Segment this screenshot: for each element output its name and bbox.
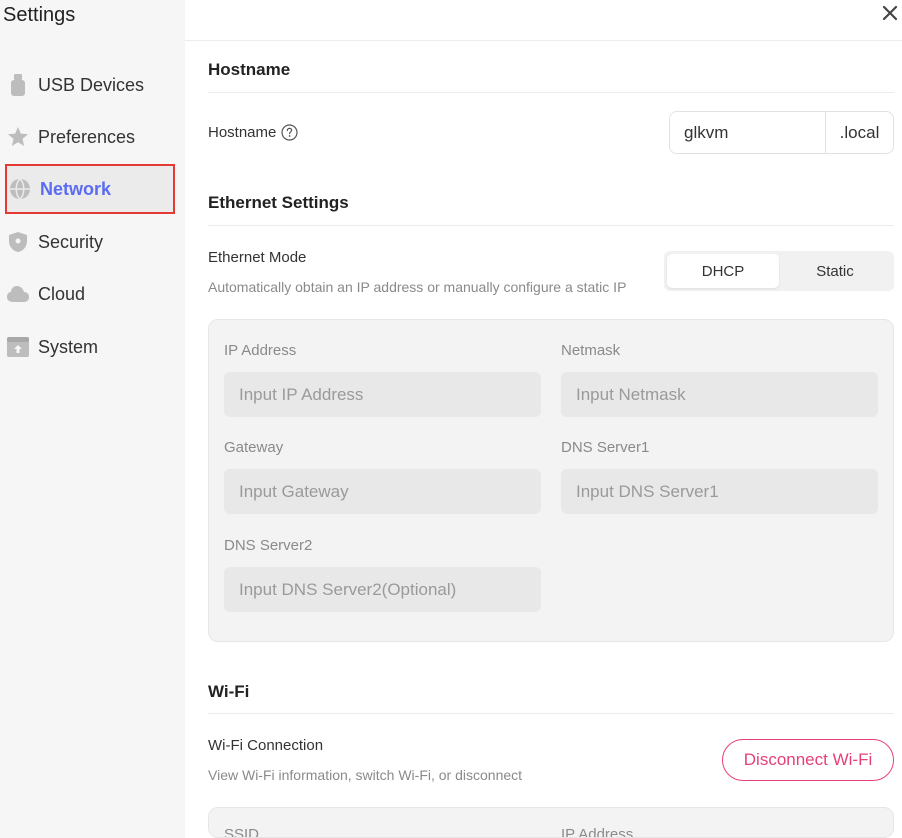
wifi-connection-description: View Wi-Fi information, switch Wi-Fi, or… bbox=[208, 767, 523, 783]
ethernet-mode-description: Automatically obtain an IP address or ma… bbox=[208, 279, 627, 295]
sidebar-item-usb-devices[interactable]: USB Devices bbox=[5, 60, 175, 110]
section-title-wifi: Wi-Fi bbox=[208, 682, 250, 701]
section-title-ethernet: Ethernet Settings bbox=[208, 193, 349, 212]
divider bbox=[208, 713, 894, 714]
dns-server1-input[interactable] bbox=[561, 469, 878, 514]
main-content: Hostname Hostname .local Ethernet Settin… bbox=[185, 0, 902, 838]
ssid-label: SSID bbox=[224, 826, 260, 838]
wifi-connection-label: Wi-Fi Connection bbox=[208, 737, 324, 754]
sidebar-item-preferences[interactable]: Preferences bbox=[5, 112, 175, 162]
wifi-ip-address-label: IP Address bbox=[561, 826, 634, 838]
system-icon bbox=[7, 336, 29, 358]
gateway-label: Gateway bbox=[224, 439, 284, 456]
sidebar-item-label: Cloud bbox=[38, 283, 86, 304]
close-icon bbox=[882, 5, 898, 21]
wifi-info-panel: SSID IP Address bbox=[208, 807, 894, 838]
divider bbox=[208, 92, 894, 93]
star-icon bbox=[7, 126, 29, 148]
disconnect-wifi-button[interactable]: Disconnect Wi-Fi bbox=[722, 739, 894, 781]
hostname-label: Hostname bbox=[208, 124, 298, 141]
sidebar-item-label: Security bbox=[38, 231, 104, 252]
static-ip-panel: IP Address Netmask Gateway DNS Server1 D… bbox=[208, 319, 894, 642]
mode-dhcp-button[interactable]: DHCP bbox=[667, 254, 779, 288]
hostname-label-text: Hostname bbox=[208, 124, 277, 141]
section-title-hostname: Hostname bbox=[208, 60, 291, 79]
divider bbox=[208, 225, 894, 226]
cloud-icon bbox=[7, 283, 29, 305]
sidebar-item-label: Network bbox=[40, 178, 112, 199]
hostname-input[interactable] bbox=[670, 112, 826, 153]
close-button[interactable] bbox=[880, 3, 900, 23]
ip-address-input[interactable] bbox=[224, 372, 541, 417]
dns-server2-label: DNS Server2 bbox=[224, 537, 313, 554]
dns-server1-label: DNS Server1 bbox=[561, 439, 650, 456]
shield-icon bbox=[7, 231, 29, 253]
sidebar-item-system[interactable]: System bbox=[5, 322, 175, 372]
sidebar-item-label: USB Devices bbox=[38, 74, 145, 95]
ip-address-label: IP Address bbox=[224, 342, 297, 359]
sidebar: Settings USB Devices Preferences Network… bbox=[0, 0, 185, 838]
sidebar-item-label: Preferences bbox=[38, 126, 136, 147]
help-icon[interactable] bbox=[281, 124, 298, 141]
netmask-input[interactable] bbox=[561, 372, 878, 417]
sidebar-item-network[interactable]: Network bbox=[5, 164, 175, 214]
netmask-label: Netmask bbox=[561, 342, 621, 359]
ethernet-mode-toggle: DHCP Static bbox=[664, 251, 894, 291]
sidebar-title: Settings bbox=[3, 4, 76, 26]
ethernet-mode-label: Ethernet Mode bbox=[208, 249, 307, 266]
gateway-input[interactable] bbox=[224, 469, 541, 514]
top-bar bbox=[185, 0, 902, 41]
globe-icon bbox=[9, 178, 31, 200]
sidebar-item-cloud[interactable]: Cloud bbox=[5, 269, 175, 319]
dns-server2-input[interactable] bbox=[224, 567, 541, 612]
hostname-suffix: .local bbox=[839, 122, 880, 142]
mode-static-button[interactable]: Static bbox=[779, 254, 891, 288]
usb-icon bbox=[7, 74, 29, 96]
sidebar-item-security[interactable]: Security bbox=[5, 217, 175, 267]
hostname-input-group: .local bbox=[669, 111, 894, 154]
sidebar-item-label: System bbox=[38, 336, 99, 357]
